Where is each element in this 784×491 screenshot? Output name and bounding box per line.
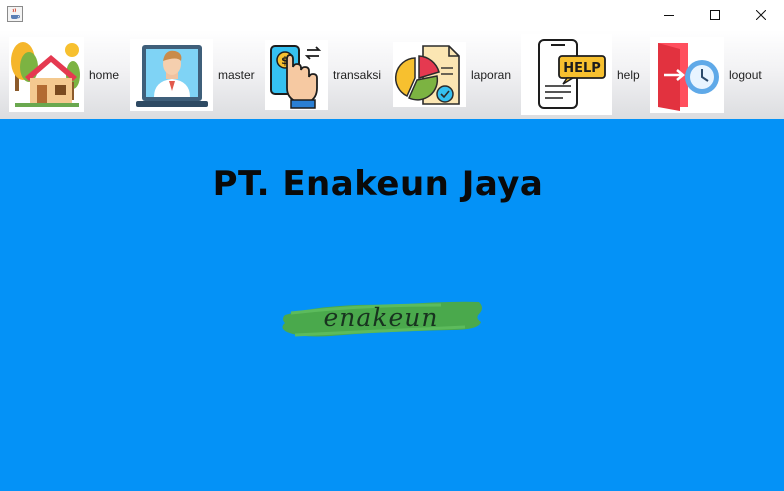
maximize-button[interactable] [692, 0, 738, 30]
window-titlebar [0, 0, 784, 30]
toolbar-button-help[interactable]: HELP help [521, 30, 640, 119]
main-toolbar: home master $ transaksi laporan HELP hel… [0, 30, 784, 119]
toolbar-label-transaksi: transaksi [333, 67, 382, 82]
toolbar-button-master[interactable]: master [130, 30, 255, 119]
close-icon [756, 10, 766, 20]
maximize-icon [710, 10, 720, 20]
java-cup-icon [7, 6, 23, 22]
enakeun-logo: enakeun [281, 297, 485, 345]
toolbar-button-transaksi[interactable]: $ transaksi [265, 30, 381, 119]
toolbar-label-help: help [617, 67, 640, 82]
toolbar-label-master: master [218, 67, 255, 82]
toolbar-button-home[interactable]: home [9, 30, 119, 119]
help-phone-icon: HELP [521, 34, 612, 115]
minimize-icon [664, 15, 674, 16]
toolbar-button-logout[interactable]: logout [650, 30, 762, 119]
svg-text:HELP: HELP [563, 61, 601, 76]
main-panel: PT. Enakeun Jaya enakeun [0, 119, 784, 491]
pie-chart-report-icon [393, 42, 466, 107]
person-laptop-icon [130, 38, 213, 111]
door-clock-icon [650, 36, 724, 113]
toolbar-label-home: home [89, 67, 120, 82]
close-button[interactable] [738, 0, 784, 30]
toolbar-button-laporan[interactable]: laporan [393, 30, 511, 119]
toolbar-label-laporan: laporan [471, 67, 512, 82]
minimize-button[interactable] [646, 0, 692, 30]
toolbar-label-logout: logout [729, 67, 762, 82]
house-icon [9, 37, 84, 112]
company-title: PT. Enakeun Jaya [212, 164, 544, 204]
logo-text: enakeun [323, 303, 439, 332]
phone-payment-icon: $ [265, 39, 328, 110]
